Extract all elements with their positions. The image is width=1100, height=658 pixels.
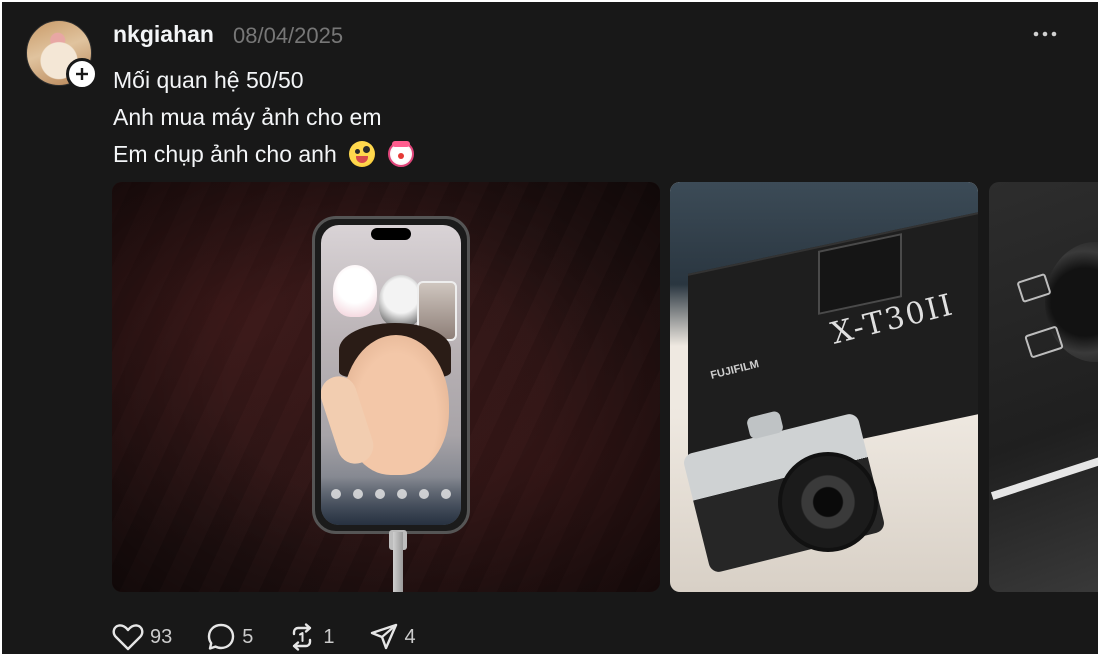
zany-face-emoji: [349, 141, 376, 167]
phone-screen: [321, 225, 461, 525]
post-image-1[interactable]: [112, 182, 660, 592]
clown-face-emoji: [387, 141, 414, 167]
plus-icon: [71, 63, 93, 85]
comment-icon: [208, 623, 235, 650]
filter-dot: [331, 489, 341, 499]
follow-button[interactable]: [66, 58, 98, 90]
repost-icon: [293, 623, 312, 651]
reply-count: 5: [242, 625, 254, 648]
repost-count: 1: [323, 625, 335, 648]
caption-line-2: Anh mua máy ảnh cho em: [113, 104, 382, 130]
send-icon: [370, 623, 397, 650]
like-button[interactable]: 93: [112, 623, 172, 651]
heart-icon: [112, 624, 144, 651]
caption-line-1: Mối quan hệ 50/50: [113, 67, 304, 93]
phone-bottom-bar: [321, 477, 461, 525]
filter-dot: [419, 489, 429, 499]
camera-filter-dots: [331, 489, 451, 499]
caption-line-3: Em chụp ảnh cho anh: [113, 141, 337, 167]
charging-cable: [393, 532, 403, 592]
action-bar: 93 5 1 4: [112, 622, 450, 652]
avatar-container[interactable]: [26, 20, 98, 90]
post-image-2[interactable]: X-T30II FUJIFILM: [670, 182, 978, 592]
filter-dot: [397, 489, 407, 499]
post-date[interactable]: 08/04/2025: [233, 23, 343, 49]
repost-button[interactable]: 1: [287, 622, 335, 652]
caption-line-3-container: Em chụp ảnh cho anh: [113, 136, 414, 173]
post-caption: Mối quan hệ 50/50 Anh mua máy ảnh cho em…: [113, 62, 414, 173]
like-count: 93: [150, 625, 173, 648]
username-link[interactable]: nkgiahan: [113, 21, 214, 48]
more-horizontal-icon: [1033, 31, 1057, 37]
filter-dot: [353, 489, 363, 499]
phone-in-photo: [312, 216, 470, 534]
share-button[interactable]: 4: [369, 622, 416, 652]
share-count: 4: [404, 625, 416, 648]
post-card: nkgiahan 08/04/2025 Mối quan hệ 50/50 An…: [2, 2, 1098, 654]
filter-dot: [375, 489, 385, 499]
filter-dot: [441, 489, 451, 499]
phone-notch: [371, 228, 411, 240]
post-image-3[interactable]: [989, 182, 1098, 592]
plush-toy: [333, 265, 377, 317]
more-options-button[interactable]: [1030, 22, 1060, 46]
reply-button[interactable]: 5: [206, 622, 253, 652]
camera-lens: [778, 452, 878, 552]
